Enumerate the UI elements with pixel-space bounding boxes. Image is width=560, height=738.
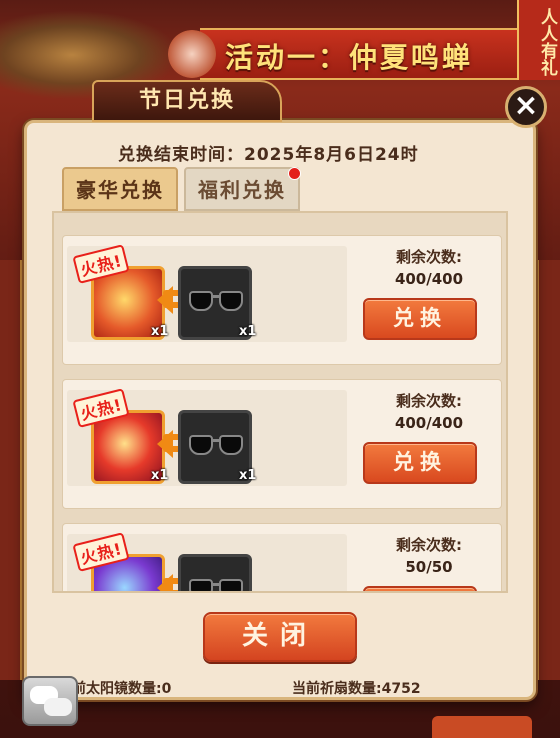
exchange-items-area: x1 x1 火热!: [67, 388, 347, 486]
remaining-label: 剩余次数:: [396, 392, 462, 410]
exchange-row: x1 x1 火热! 剩余次数: 400/400 兑换: [62, 235, 502, 365]
fan-count: 当前祈扇数量:4752: [292, 681, 421, 697]
target-quantity: x1: [239, 324, 257, 339]
chat-icon[interactable]: [22, 676, 78, 726]
source-quantity: x1: [151, 468, 169, 483]
sunglasses-icon[interactable]: [178, 554, 252, 591]
exchange-items-area: 火热!: [67, 532, 347, 591]
exchange-button[interactable]: 兑换: [363, 298, 477, 340]
tab-welfare-exchange[interactable]: 福利兑换: [184, 167, 300, 211]
lantern-icon: [168, 30, 216, 78]
exchange-items-area: x1 x1 火热!: [67, 244, 347, 342]
close-icon[interactable]: ×: [505, 86, 547, 128]
exchange-list[interactable]: x1 x1 火热! 剩余次数: 400/400 兑换 x1 x1 火热! 剩余次…: [52, 211, 508, 593]
red-dot-icon: [288, 167, 301, 180]
exchange-row: x1 x1 火热! 剩余次数: 400/400 兑换: [62, 379, 502, 509]
exchange-end-time: 兑换结束时间：2025年8月6日24时: [118, 145, 419, 165]
close-button[interactable]: 关闭: [203, 612, 357, 662]
exchange-button[interactable]: 兑换: [363, 442, 477, 484]
remaining-value: 50/50: [405, 558, 453, 576]
target-quantity: x1: [239, 468, 257, 483]
dialog-title: 节日兑换: [92, 80, 282, 122]
remaining-label: 剩余次数:: [396, 536, 462, 554]
remaining-value: 400/400: [394, 270, 464, 288]
side-reward-tag[interactable]: 人人有礼: [517, 0, 560, 80]
remaining-value: 400/400: [394, 414, 464, 432]
background-left-strip: [0, 260, 22, 680]
background-right-strip: [537, 260, 560, 680]
tab-luxury-exchange[interactable]: 豪华兑换: [62, 167, 178, 211]
background-bottom-button: [432, 716, 532, 738]
exchange-row: 火热! 剩余次数: 50/50 兑换: [62, 523, 502, 591]
remaining-label: 剩余次数:: [396, 248, 462, 266]
event-banner-title: 活动一：仲夏鸣蝉: [225, 41, 474, 74]
source-quantity: x1: [151, 324, 169, 339]
exchange-button[interactable]: 兑换: [363, 586, 477, 591]
